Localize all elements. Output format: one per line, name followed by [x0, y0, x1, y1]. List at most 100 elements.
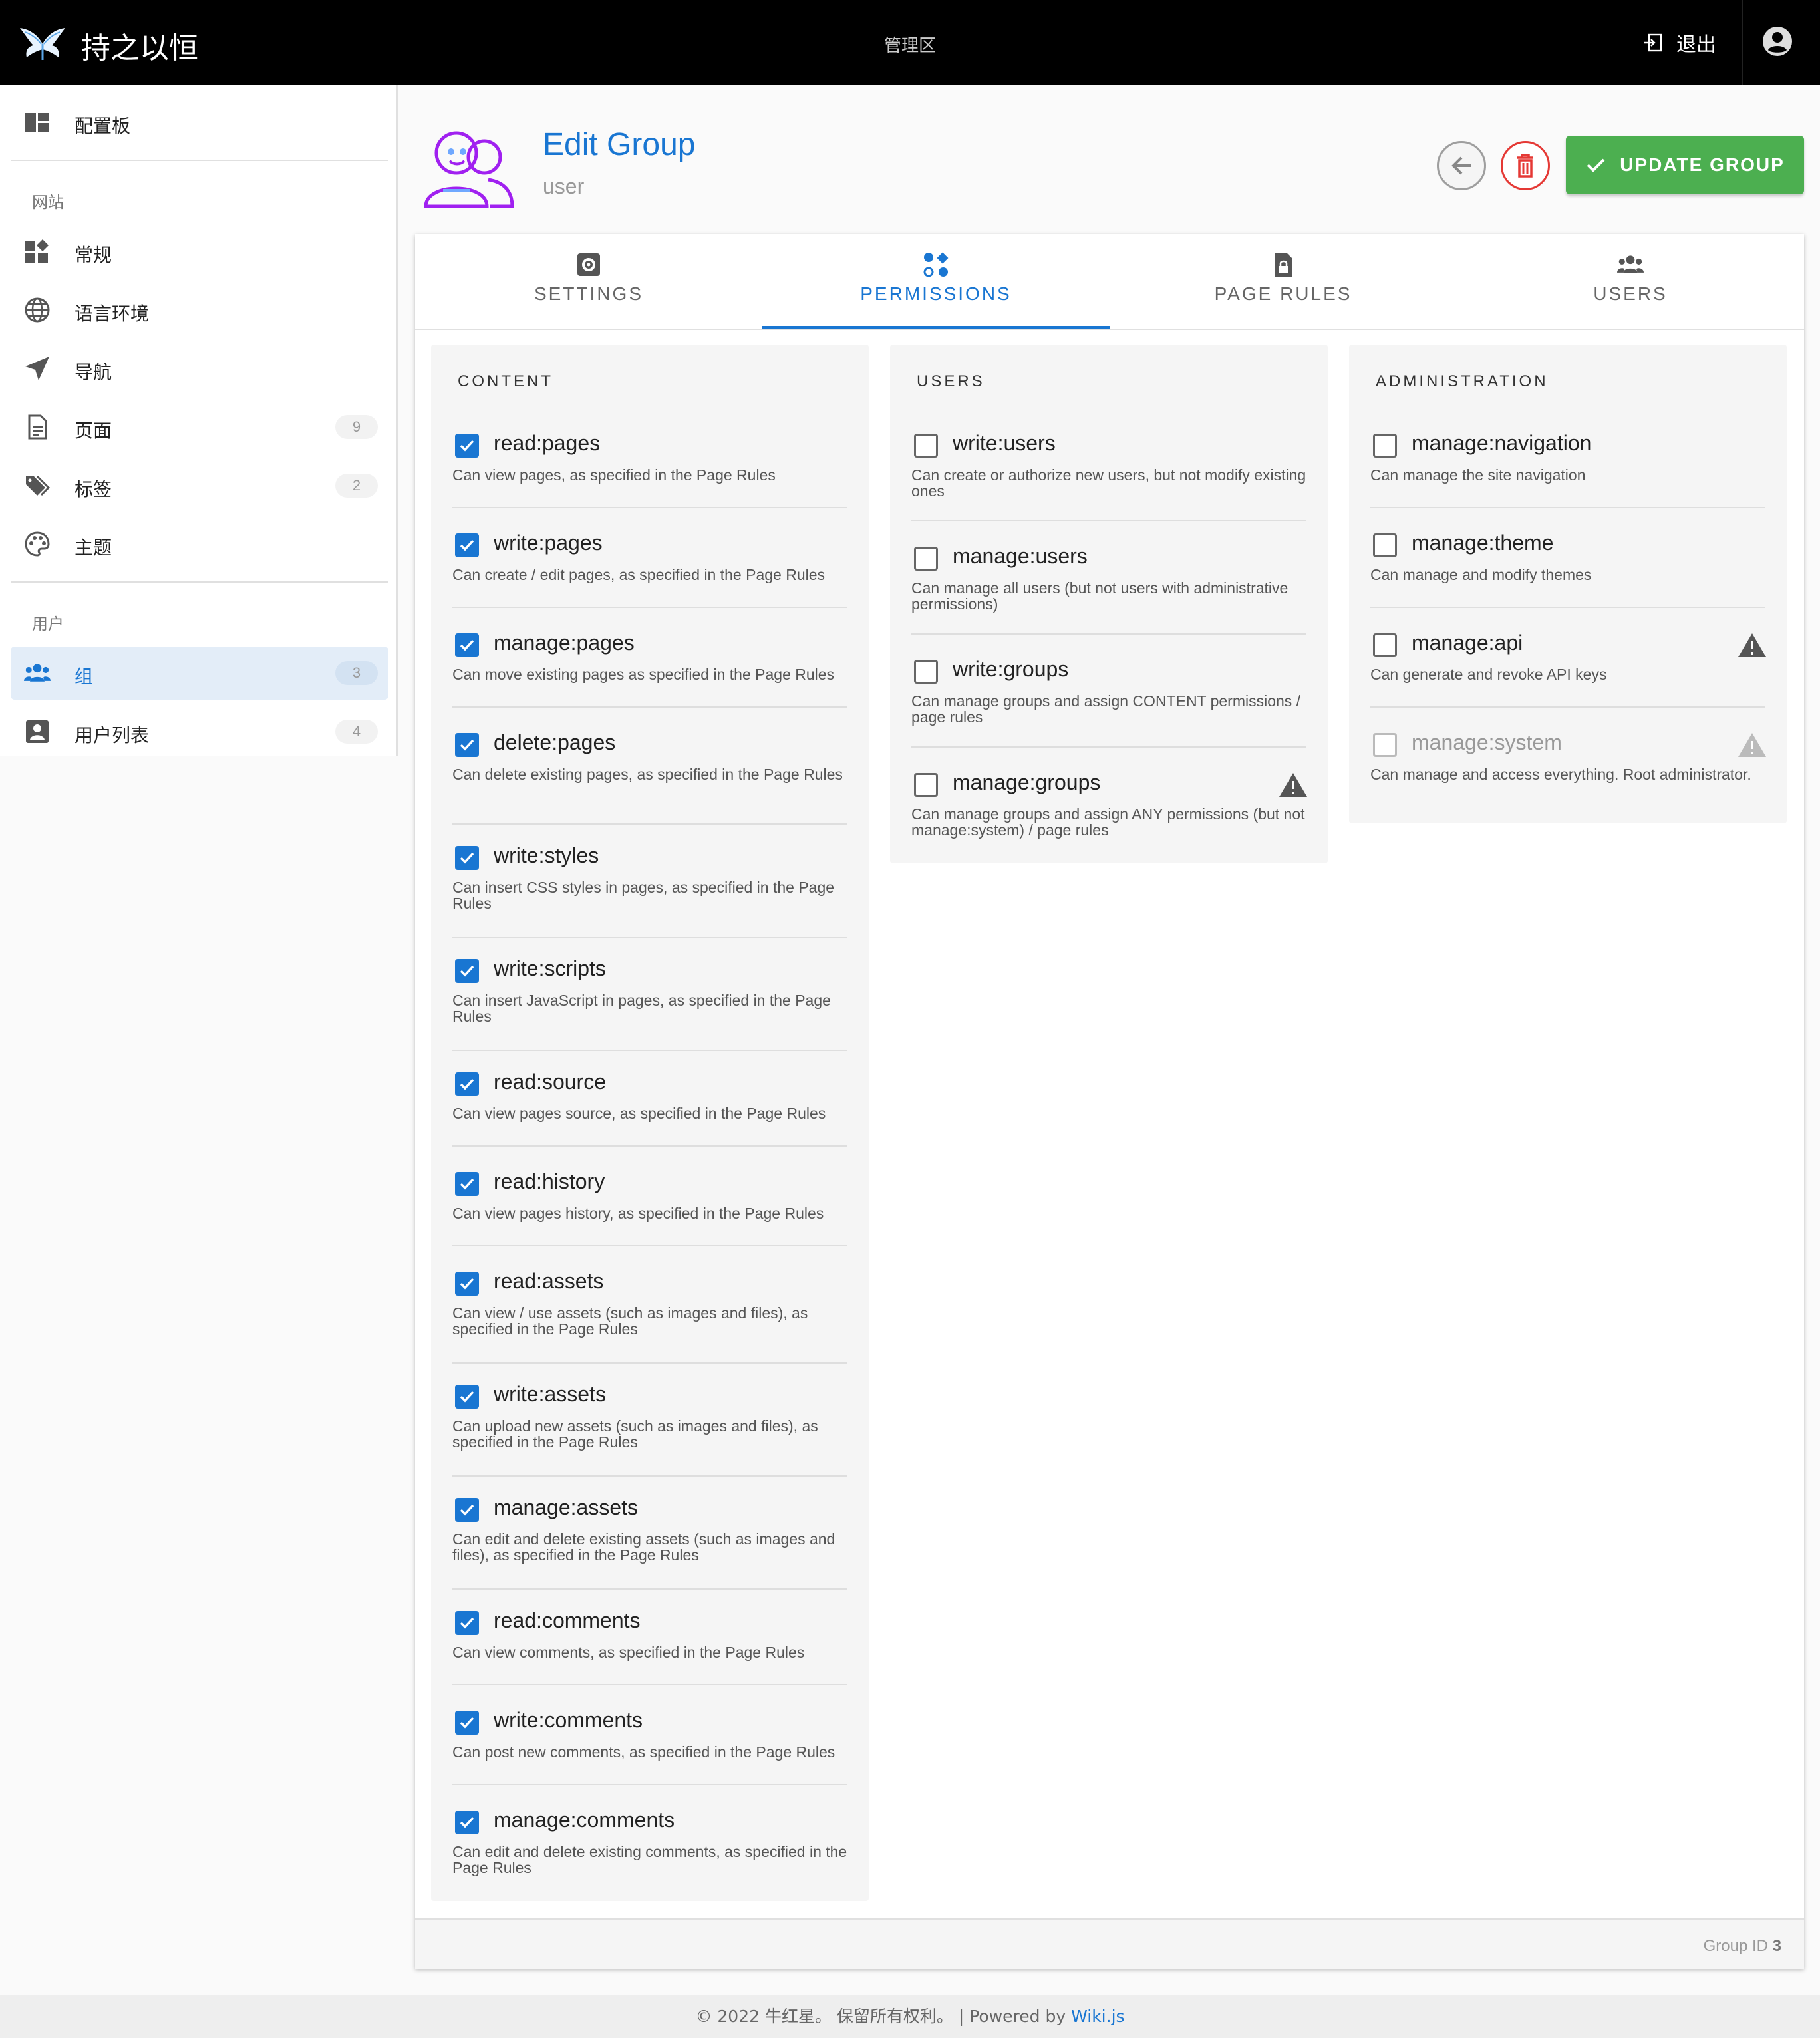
permission-name[interactable]: write:users [953, 431, 1056, 456]
admin-area-label: 管理区 [883, 36, 936, 56]
permission-checkbox[interactable] [1373, 434, 1397, 458]
sidebar-item-pages[interactable]: 页面 9 [11, 400, 388, 454]
permission-name[interactable]: manage:navigation [1412, 431, 1591, 456]
document-icon [28, 414, 47, 440]
permission-checkbox[interactable] [455, 733, 479, 757]
account-circle-icon[interactable] [1761, 25, 1793, 57]
globe-icon [25, 297, 50, 323]
content-permissions-panel: CONTENT read:pages Can view pages, as spe… [431, 345, 869, 1901]
group-name-subtitle: user [543, 174, 585, 198]
group-card: SETTINGS PERMISSIONS PAGE RULES USERS CO… [415, 234, 1804, 1969]
back-button[interactable] [1437, 141, 1486, 190]
palette-icon [25, 531, 50, 557]
permission-checkbox[interactable] [455, 846, 479, 870]
permission-name[interactable]: read:pages [494, 431, 600, 456]
administration-permissions-panel: ADMINISTRATION manage:navigation Can mana… [1349, 345, 1787, 823]
copyright-text: © 2022 牛红星。 保留所有权利。 | Powered by [695, 2007, 1066, 2026]
permission-name[interactable]: manage:system [1412, 730, 1562, 755]
sidebar-item-navigation[interactable]: 导航 [11, 342, 388, 395]
groups-count-badge: 3 [335, 661, 378, 685]
permission-name[interactable]: manage:assets [494, 1495, 638, 1520]
permission-name[interactable]: delete:pages [494, 730, 615, 755]
warning-icon [1738, 733, 1766, 757]
permission-description: Can upload new assets (such as images an… [452, 1417, 818, 1451]
permission-checkbox[interactable] [455, 1711, 479, 1735]
permission-name[interactable]: manage:pages [494, 631, 635, 655]
permission-description: Can post new comments, as specified in t… [452, 1743, 835, 1761]
update-group-button[interactable]: UPDATE GROUP [1566, 136, 1804, 194]
permission-checkbox[interactable] [914, 773, 938, 797]
permission-name[interactable]: write:assets [494, 1382, 606, 1407]
permission-checkbox[interactable] [455, 1498, 479, 1522]
logout-button[interactable]: 退出 [1643, 28, 1716, 57]
sidebar-item-groups[interactable]: 组 3 [11, 647, 388, 700]
permission-divider [452, 1050, 847, 1051]
permission-checkbox[interactable] [455, 1611, 479, 1635]
topbar-divider [1742, 0, 1743, 85]
permission-checkbox[interactable] [914, 660, 938, 684]
delete-group-button[interactable] [1501, 141, 1550, 190]
permission-name[interactable]: read:assets [494, 1269, 603, 1294]
permission-name[interactable]: read:source [494, 1070, 606, 1094]
permission-name[interactable]: write:scripts [494, 956, 606, 981]
permission-checkbox[interactable] [455, 434, 479, 458]
permission-checkbox[interactable] [455, 1385, 479, 1409]
permission-description: Can create or authorize new users, but n… [911, 466, 1306, 500]
permission-description: Can insert CSS styles in pages, as speci… [452, 879, 835, 912]
users-permissions-panel: USERS write:users Can create or authorize… [890, 345, 1328, 863]
permission-description: Can delete existing pages, as specified … [452, 766, 843, 783]
tab-permissions[interactable]: PERMISSIONS [762, 234, 1110, 330]
permission-name[interactable]: manage:comments [494, 1808, 675, 1832]
permission-divider [452, 507, 847, 508]
group-id-value: 3 [1772, 1937, 1781, 1955]
permission-divider [452, 937, 847, 938]
permission-checkbox[interactable] [455, 1811, 479, 1834]
sidebar-item-tags[interactable]: 标签 2 [11, 459, 388, 512]
permission-checkbox[interactable] [914, 434, 938, 458]
permission-name[interactable]: write:styles [494, 843, 599, 868]
sidebar-item-general[interactable]: 常规 [11, 225, 388, 278]
sidebar-item-dashboard[interactable]: 配置板 [11, 96, 388, 149]
permission-name[interactable]: write:groups [953, 657, 1068, 682]
tab-users[interactable]: USERS [1457, 234, 1804, 330]
permission-checkbox[interactable] [455, 533, 479, 557]
wikijs-link[interactable]: Wiki.js [1071, 2007, 1124, 2026]
permission-checkbox[interactable] [455, 1272, 479, 1296]
permission-checkbox[interactable] [1373, 633, 1397, 657]
sidebar-item-users[interactable]: 用户列表 4 [11, 705, 388, 758]
permission-name[interactable]: write:pages [494, 531, 603, 555]
sidebar-item-locale[interactable]: 语言环境 [11, 283, 388, 337]
permission-divider [452, 1475, 847, 1477]
checkmark-icon [460, 1717, 474, 1729]
permission-name[interactable]: read:history [494, 1169, 605, 1194]
tab-label: PERMISSIONS [860, 283, 1012, 304]
checkmark-icon [460, 852, 474, 864]
sidebar-item-label: 常规 [75, 244, 112, 266]
permission-name[interactable]: manage:groups [953, 770, 1100, 795]
permission-name[interactable]: manage:users [953, 544, 1088, 569]
permission-checkbox[interactable] [455, 959, 479, 983]
permission-checkbox[interactable] [1373, 533, 1397, 557]
permission-name[interactable]: read:comments [494, 1608, 641, 1633]
permission-name[interactable]: manage:theme [1412, 531, 1553, 555]
checkmark-icon [460, 739, 474, 751]
permission-divider [452, 706, 847, 708]
permission-checkbox[interactable] [455, 633, 479, 657]
warning-icon [1738, 633, 1766, 657]
sidebar-item-theme[interactable]: 主题 [11, 517, 388, 571]
permission-name[interactable]: write:comments [494, 1708, 643, 1733]
permission-divider [911, 520, 1306, 521]
arrow-left-icon [1451, 156, 1471, 175]
warning-icon [1279, 773, 1307, 797]
trash-icon [1517, 154, 1533, 178]
tab-settings[interactable]: SETTINGS [415, 234, 762, 330]
groups-icon [24, 664, 51, 682]
permission-divider [911, 633, 1306, 635]
users-count-badge: 4 [335, 720, 378, 744]
permission-checkbox[interactable] [455, 1172, 479, 1196]
permission-checkbox[interactable] [455, 1072, 479, 1096]
tab-page-rules[interactable]: PAGE RULES [1110, 234, 1457, 330]
permission-name[interactable]: manage:api [1412, 631, 1523, 655]
active-tab-indicator [762, 326, 1110, 329]
permission-checkbox[interactable] [914, 547, 938, 571]
